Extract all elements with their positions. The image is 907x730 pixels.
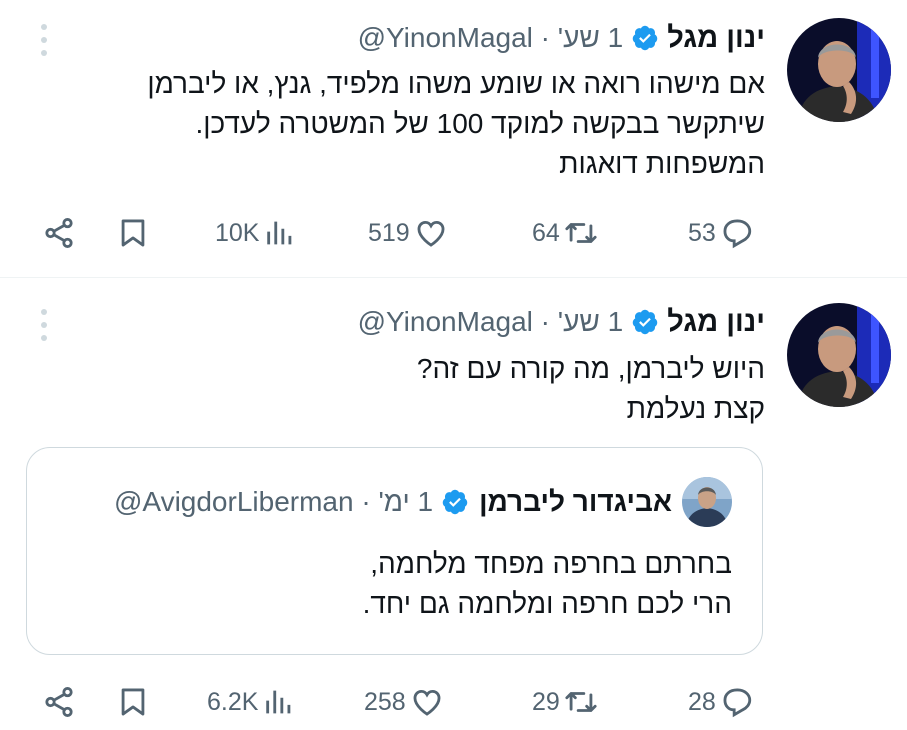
retweets-count: 29	[532, 687, 560, 716]
author-name[interactable]: ינון מגל	[667, 306, 765, 339]
tweet-actions: 6.2K 258 29 28	[0, 677, 907, 727]
views-count: 10K	[215, 218, 260, 247]
retweets-count: 64	[532, 218, 560, 247]
avatar-image	[787, 18, 891, 122]
separator: ·	[540, 22, 550, 53]
tweet[interactable]: ינון מגל @YinonMagal · 1 שע' היוש ליברמן…	[0, 279, 907, 730]
author-avatar[interactable]	[787, 303, 891, 407]
more-options-icon[interactable]	[36, 22, 52, 58]
bookmark-icon	[116, 685, 150, 719]
views-button[interactable]: 10K	[215, 208, 297, 258]
likes-count: 258	[364, 687, 406, 716]
author-handle[interactable]: @YinonMagal · 1 שע'	[358, 22, 624, 54]
quoted-tweet-text: בחרתם בחרפה מפחד מלחמה, הרי לכם חרפה ומל…	[52, 544, 732, 624]
quoted-text-line: הרי לכם חרפה ומלחמה גם יחד.	[362, 588, 732, 619]
quoted-author-name: אביגדור ליברמן	[479, 486, 672, 517]
replies-count: 53	[688, 218, 716, 247]
quoted-tweet-header: אביגדור ליברמן @AvigdorLiberman · 1 ימ'	[114, 474, 732, 530]
reply-icon	[720, 685, 754, 719]
tweet-text-line: אם מישהו רואה או שומע משהו מלפיד, גנץ, א…	[147, 68, 765, 99]
avatar-image	[787, 303, 891, 407]
reply-icon	[720, 216, 754, 250]
verified-badge-icon	[631, 24, 659, 52]
tweet[interactable]: ינון מגל @YinonMagal · 1 שע' אם מישהו רו…	[0, 0, 907, 278]
tweet-header: ינון מגל @YinonMagal · 1 שע'	[358, 18, 765, 58]
quoted-handle-text: @AvigdorLiberman	[113, 486, 354, 517]
timestamp[interactable]: 1 שע'	[558, 306, 623, 337]
views-icon	[262, 685, 296, 719]
like-button[interactable]: 519	[368, 208, 448, 258]
views-icon	[263, 216, 297, 250]
retweet-button[interactable]: 29	[532, 677, 598, 727]
author-avatar[interactable]	[787, 18, 891, 122]
verified-badge-icon	[631, 308, 659, 336]
author-handle[interactable]: @YinonMagal · 1 שע'	[358, 306, 624, 338]
handle-text[interactable]: @YinonMagal	[358, 22, 533, 53]
quoted-author-handle: @AvigdorLiberman · 1 ימ'	[114, 486, 433, 518]
retweet-icon	[564, 685, 598, 719]
separator: ·	[361, 486, 371, 517]
replies-count: 28	[688, 687, 716, 716]
author-name[interactable]: ינון מגל	[667, 22, 765, 55]
verified-badge-icon	[441, 488, 469, 516]
quoted-tweet[interactable]: אביגדור ליברמן @AvigdorLiberman · 1 ימ' …	[26, 447, 763, 655]
tweet-actions: 10K 519 64 53	[0, 208, 907, 258]
views-button[interactable]: 6.2K	[207, 677, 296, 727]
tweet-text-line: שיתקשר בבקשה למוקד 100 של המשטרה לעדכן.	[195, 108, 765, 139]
handle-text[interactable]: @YinonMagal	[358, 306, 533, 337]
tweet-header: ינון מגל @YinonMagal · 1 שע'	[358, 302, 765, 342]
reply-button[interactable]: 53	[688, 208, 754, 258]
bookmark-button[interactable]	[116, 208, 150, 258]
share-icon	[42, 685, 76, 719]
likes-count: 519	[368, 218, 410, 247]
like-icon	[410, 685, 444, 719]
quoted-author-avatar[interactable]	[682, 477, 732, 527]
separator: ·	[540, 306, 550, 337]
tweet-text-line: היוש ליברמן, מה קורה עם זה?	[416, 353, 765, 384]
share-button[interactable]	[42, 677, 76, 727]
quoted-timestamp: 1 ימ'	[378, 486, 434, 517]
tweet-text: היוש ליברמן, מה קורה עם זה? קצת נעלמת	[85, 349, 765, 429]
tweet-text-line: קצת נעלמת	[626, 393, 765, 424]
more-options-icon[interactable]	[36, 307, 52, 343]
like-button[interactable]: 258	[364, 677, 444, 727]
tweet-text: אם מישהו רואה או שומע משהו מלפיד, גנץ, א…	[85, 64, 765, 184]
bookmark-icon	[116, 216, 150, 250]
share-icon	[42, 216, 76, 250]
quoted-avatar-image	[682, 477, 732, 527]
like-icon	[414, 216, 448, 250]
bookmark-button[interactable]	[116, 677, 150, 727]
tweet-text-line: המשפחות דואגות	[559, 148, 765, 179]
share-button[interactable]	[42, 208, 76, 258]
timestamp[interactable]: 1 שע'	[558, 22, 623, 53]
quoted-text-line: בחרתם בחרפה מפחד מלחמה,	[370, 548, 732, 579]
reply-button[interactable]: 28	[688, 677, 754, 727]
retweet-button[interactable]: 64	[532, 208, 598, 258]
views-count: 6.2K	[207, 687, 259, 716]
retweet-icon	[564, 216, 598, 250]
